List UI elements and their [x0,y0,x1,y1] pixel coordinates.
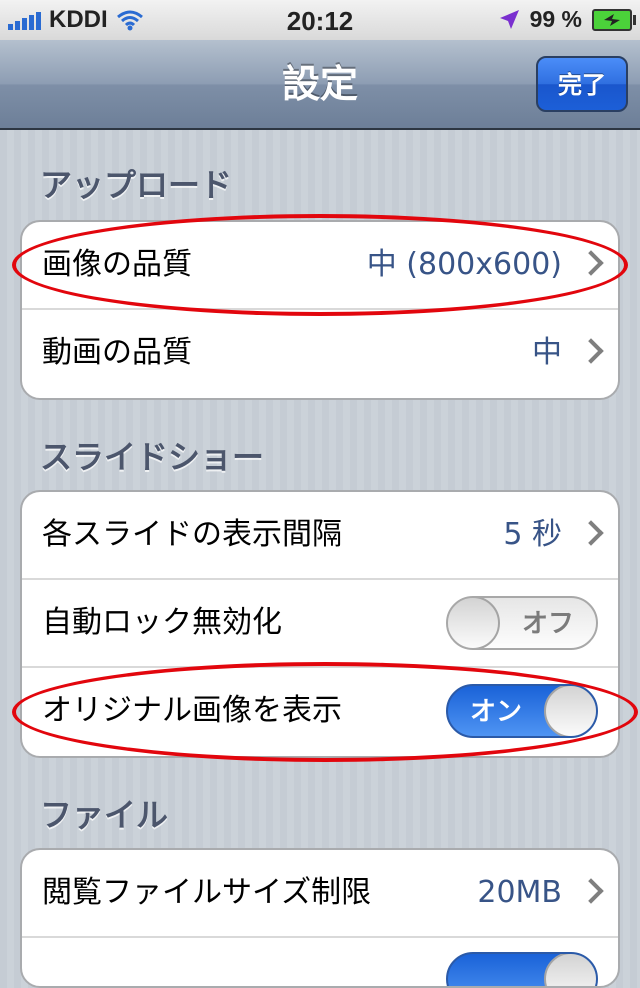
upload-group: 画像の品質 中 (800x600) 動画の品質 中 [20,220,620,400]
chevron-right-icon [578,338,604,364]
navigation-bar: 設定 完了 [0,40,640,130]
view-size-limit-row[interactable]: 閲覧ファイルサイズ制限 20MB [22,850,618,938]
toggle-knob [544,954,596,986]
slide-interval-label: 各スライドの表示間隔 [42,517,342,552]
file-group: 閲覧ファイルサイズ制限 20MB [20,848,620,988]
slideshow-group: 各スライドの表示間隔 5 秒 自動ロック無効化 オフ オリジナル画像を表示 オン [20,490,620,758]
location-arrow-icon [499,9,519,29]
disable-autolock-row: 自動ロック無効化 オフ [22,580,618,668]
video-quality-label: 動画の品質 [42,335,192,370]
status-bar: KDDI 20:12 99 % [0,0,640,40]
chevron-right-icon [578,520,604,546]
partial-next-row [22,938,618,986]
slide-interval-row[interactable]: 各スライドの表示間隔 5 秒 [22,492,618,580]
toggle-knob [448,598,500,648]
video-quality-value: 中 [532,335,562,370]
section-title-upload: アップロード [40,166,233,204]
toggle-state-text: オン [470,696,523,726]
show-original-row: オリジナル画像を表示 オン [22,668,618,756]
done-button[interactable]: 完了 [536,56,628,112]
toggle-knob [544,686,596,736]
partial-toggle[interactable] [446,952,598,986]
section-title-file: ファイル [40,796,169,834]
view-size-limit-label: 閲覧ファイルサイズ制限 [42,875,372,910]
status-right: 99 % [498,6,636,33]
show-original-toggle[interactable]: オン [446,684,598,738]
image-quality-label: 画像の品質 [42,247,192,282]
chevron-right-icon [578,878,604,904]
section-title-slideshow: スライドショー [40,438,265,476]
battery-percent: 99 % [529,6,582,32]
chevron-right-icon [578,250,604,276]
disable-autolock-toggle[interactable]: オフ [446,596,598,650]
disable-autolock-label: 自動ロック無効化 [42,605,282,640]
video-quality-row[interactable]: 動画の品質 中 [22,310,618,398]
slide-interval-value: 5 秒 [503,517,562,552]
image-quality-row[interactable]: 画像の品質 中 (800x600) [22,222,618,310]
show-original-label: オリジナル画像を表示 [42,693,342,728]
toggle-state-text: オフ [521,608,574,638]
battery-icon [592,8,636,31]
image-quality-value: 中 (800x600) [366,247,562,282]
view-size-limit-value: 20MB [477,875,562,910]
